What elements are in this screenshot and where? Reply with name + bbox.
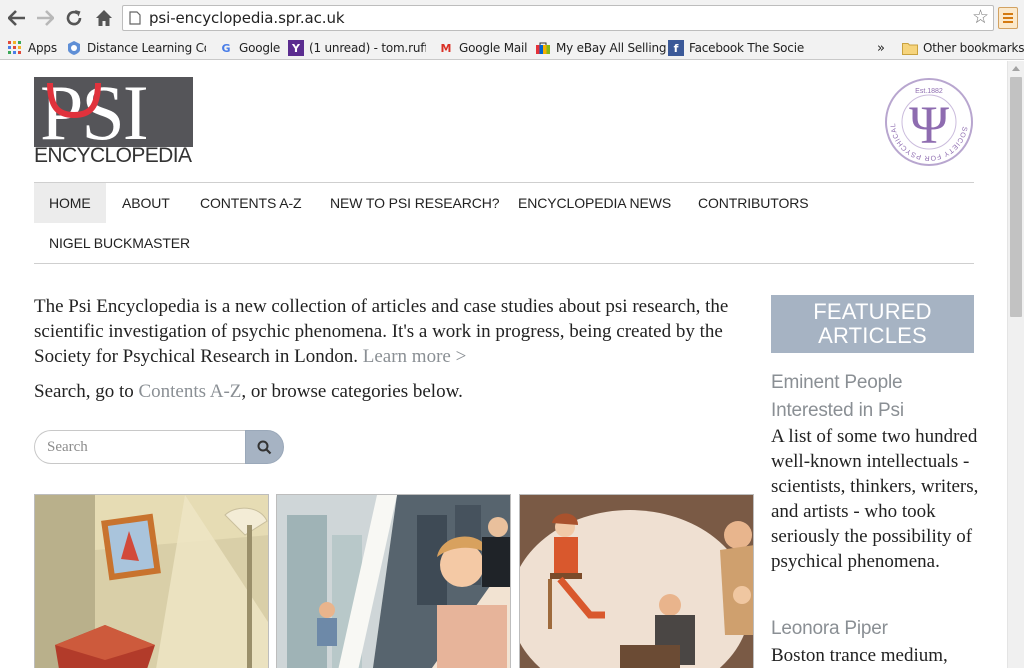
forward-button[interactable] bbox=[33, 6, 57, 30]
facebook-icon: f bbox=[668, 40, 684, 56]
folder-icon bbox=[902, 40, 918, 56]
nav-nigel-buckmaster[interactable]: NIGEL BUCKMASTER bbox=[34, 223, 205, 263]
category-thumbnail-3[interactable] bbox=[519, 494, 754, 668]
nav-contributors[interactable]: CONTRIBUTORS bbox=[683, 183, 824, 223]
other-bookmarks-label: Other bookmarks bbox=[923, 41, 1024, 55]
overflow-chevron-icon: » bbox=[877, 40, 885, 56]
back-button[interactable] bbox=[5, 6, 29, 30]
featured-heading-line-1: FEATURED bbox=[813, 299, 932, 324]
bookmark-distance-learning[interactable]: Distance Learning Co bbox=[66, 36, 206, 60]
page-scrollbar[interactable] bbox=[1007, 61, 1024, 668]
bookmark-label: My eBay All Selling bbox=[556, 41, 667, 55]
search-form bbox=[34, 430, 284, 464]
search-input[interactable] bbox=[34, 430, 246, 464]
scroll-up-arrow-icon[interactable] bbox=[1012, 66, 1020, 71]
browser-toolbar: psi-encyclopedia.spr.ac.uk ☆ bbox=[0, 0, 1024, 36]
other-bookmarks[interactable]: Other bookmarks bbox=[902, 36, 1024, 60]
logo-trident-icon bbox=[47, 82, 101, 119]
illustration-poltergeist bbox=[35, 495, 268, 668]
nav-about[interactable]: ABOUT bbox=[107, 183, 185, 223]
browse-instructions: Search, go to Contents A-Z, or browse ca… bbox=[34, 380, 734, 404]
bookmark-google-mail[interactable]: M Google Mail bbox=[438, 36, 528, 60]
back-arrow-icon bbox=[8, 10, 25, 26]
browse-text-pre: Search, go to bbox=[34, 381, 139, 402]
featured-articles-heading: FEATURED ARTICLES bbox=[771, 295, 974, 353]
bookmark-star-icon[interactable]: ☆ bbox=[972, 8, 989, 28]
distance-learning-icon bbox=[66, 40, 82, 56]
bookmark-google[interactable]: G Google bbox=[218, 36, 280, 60]
nav-encyclopedia-news[interactable]: ENCYCLOPEDIA NEWS bbox=[503, 183, 686, 223]
menu-line bbox=[1003, 13, 1013, 15]
google-icon: G bbox=[221, 41, 231, 55]
bookmark-label: Apps bbox=[28, 41, 57, 55]
browse-text-post: , or browse categories below. bbox=[241, 381, 463, 402]
search-icon bbox=[257, 440, 272, 454]
bookmark-yahoo-mail[interactable]: Y (1 unread) - tom.ruffle bbox=[288, 36, 426, 60]
contents-a-z-link[interactable]: Contents A-Z bbox=[138, 381, 241, 402]
learn-more-link[interactable]: Learn more > bbox=[363, 346, 467, 367]
logo-encyclopedia: ENCYCLOPEDIA bbox=[34, 144, 192, 167]
bookmark-apps[interactable]: Apps bbox=[7, 36, 57, 60]
bookmark-facebook[interactable]: f Facebook The Society bbox=[668, 36, 804, 60]
scrollbar-thumb[interactable] bbox=[1010, 77, 1022, 317]
intro-paragraph: The Psi Encyclopedia is a new collection… bbox=[34, 294, 734, 369]
ebay-icon bbox=[535, 40, 551, 56]
home-button[interactable] bbox=[92, 6, 116, 30]
menu-line bbox=[1003, 21, 1013, 23]
featured-article-description-1: A list of some two hundred well-known in… bbox=[771, 426, 979, 572]
url-text: psi-encyclopedia.spr.ac.uk bbox=[149, 9, 345, 27]
reload-button[interactable] bbox=[62, 6, 86, 30]
seal-est-text: Est.1882 bbox=[915, 88, 943, 95]
nav-home[interactable]: HOME bbox=[34, 183, 106, 223]
featured-article-description-2: Boston trance medium, bbox=[771, 645, 948, 666]
nav-contents-a-z[interactable]: CONTENTS A-Z bbox=[185, 183, 316, 223]
bookmark-label: Facebook The Society bbox=[689, 41, 804, 55]
apps-grid-icon bbox=[7, 40, 23, 56]
category-thumbnail-2[interactable] bbox=[276, 494, 511, 668]
category-thumbnail-1[interactable] bbox=[34, 494, 269, 668]
bookmark-label: Google bbox=[239, 41, 281, 55]
home-icon bbox=[96, 10, 112, 26]
main-navigation: HOME ABOUT CONTENTS A-Z NEW TO PSI RESEA… bbox=[34, 182, 974, 264]
yahoo-icon: Y bbox=[288, 40, 304, 56]
browser-menu-button[interactable] bbox=[998, 7, 1018, 29]
search-button[interactable] bbox=[245, 430, 284, 464]
reload-icon bbox=[66, 10, 82, 26]
featured-article-title-1[interactable]: Eminent People Interested in Psi bbox=[771, 369, 981, 425]
bookmark-label: Distance Learning Co bbox=[87, 41, 206, 55]
bookmark-label: (1 unread) - tom.ruffle bbox=[309, 41, 426, 55]
bookmark-label: Google Mail bbox=[459, 41, 528, 55]
site-logo[interactable]: PSI ENCYCLOPEDIA bbox=[34, 77, 193, 167]
gmail-icon: M bbox=[440, 41, 452, 55]
bookmarks-overflow-button[interactable]: » bbox=[877, 36, 885, 60]
page-content: PSI ENCYCLOPEDIA SOCIETY FOR PSYCHICAL R… bbox=[0, 61, 1007, 668]
featured-article-title-2[interactable]: Leonora Piper bbox=[771, 615, 981, 643]
bookmarks-bar: Apps Distance Learning Co G Google Y (1 … bbox=[0, 36, 1024, 60]
seal-psi-glyph: Ψ bbox=[909, 95, 949, 155]
forward-arrow-icon bbox=[37, 10, 54, 26]
logo-box: PSI bbox=[34, 77, 193, 147]
illustration-seance bbox=[520, 495, 753, 668]
spr-seal-logo[interactable]: SOCIETY FOR PSYCHICAL RESEARCH Est.1882 … bbox=[884, 77, 974, 167]
page-icon bbox=[129, 11, 141, 25]
featured-heading-line-2: ARTICLES bbox=[818, 323, 927, 348]
address-bar[interactable]: psi-encyclopedia.spr.ac.uk ☆ bbox=[122, 5, 994, 31]
illustration-crisis-apparition bbox=[277, 495, 510, 668]
bookmark-ebay[interactable]: My eBay All Selling bbox=[535, 36, 666, 60]
nav-new-to-psi-research[interactable]: NEW TO PSI RESEARCH? bbox=[315, 183, 514, 223]
menu-line bbox=[1003, 17, 1013, 19]
